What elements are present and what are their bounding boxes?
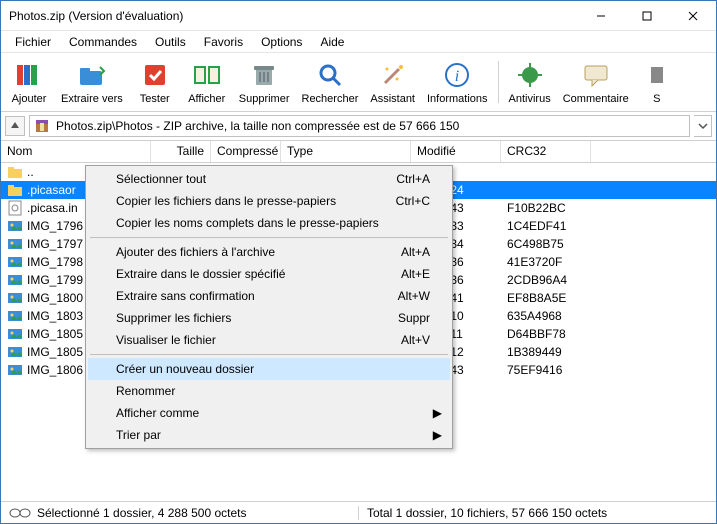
ctx-copy-files[interactable]: Copier les fichiers dans le presse-papie… [88,190,450,212]
ctx-separator [90,237,448,238]
up-button[interactable] [5,116,25,136]
window-title: Photos.zip (Version d'évaluation) [9,9,578,23]
ctx-sort-by[interactable]: Trier par▶ [88,424,450,446]
toolbar-comment-label: Commentaire [563,93,629,105]
address-field[interactable]: Photos.zip\Photos - ZIP archive, la tail… [29,115,690,137]
toolbar-delete-button[interactable]: Supprimer [233,57,296,107]
toolbar-add-label: Ajouter [12,93,47,105]
toolbar-info-button[interactable]: i Informations [421,57,494,107]
menu-file[interactable]: Fichier [7,33,59,51]
info-icon: i [441,59,473,91]
sfx-icon [641,59,673,91]
ctx-extract-noconfirm[interactable]: Extraire sans confirmationAlt+W [88,285,450,307]
menu-options[interactable]: Options [253,33,310,51]
toolbar-extract-label: Extraire vers [61,93,123,105]
toolbar-view-button[interactable]: Afficher [181,57,233,107]
toolbar-antivirus-button[interactable]: Antivirus [503,57,557,107]
ctx-rename[interactable]: Renommer [88,380,450,402]
svg-text:i: i [455,68,459,85]
ctx-copy-names[interactable]: Copier les noms complets dans le presse-… [88,212,450,234]
search-icon [314,59,346,91]
address-text: Photos.zip\Photos - ZIP archive, la tail… [56,119,459,133]
menubar: Fichier Commandes Outils Favoris Options… [1,31,716,53]
toolbar-antivirus-label: Antivirus [509,93,551,105]
book-open-icon [191,59,223,91]
virus-icon [514,59,546,91]
col-compressed[interactable]: Compressé [211,141,281,162]
toolbar-comment-button[interactable]: Commentaire [557,57,635,107]
address-dropdown[interactable] [694,115,712,137]
toolbar-assistant-label: Assistant [370,93,415,105]
toolbar-sfx-button[interactable]: S [635,57,679,107]
col-type[interactable]: Type [281,141,411,162]
context-menu: Sélectionner toutCtrl+A Copier les fichi… [85,165,453,449]
toolbar-delete-label: Supprimer [239,93,290,105]
column-headers: Nom Taille Compressé Type Modifié CRC32 [1,141,716,163]
toolbar-view-label: Afficher [188,93,225,105]
status-selected: Sélectionné 1 dossier, 4 288 500 octets [37,506,246,520]
wand-icon [377,59,409,91]
chevron-right-icon: ▶ [433,406,442,420]
menu-tools[interactable]: Outils [147,33,194,51]
toolbar-separator [498,61,499,103]
trash-icon [248,59,280,91]
toolbar-sfx-label: S [653,93,660,105]
folder-out-icon [76,59,108,91]
col-modified[interactable]: Modifié [411,141,501,162]
close-button[interactable] [670,1,716,31]
toolbar-add-button[interactable]: Ajouter [3,57,55,107]
ctx-select-all[interactable]: Sélectionner toutCtrl+A [88,168,450,190]
toolbar-info-label: Informations [427,93,488,105]
col-size[interactable]: Taille [151,141,211,162]
toolbar-search-button[interactable]: Rechercher [296,57,365,107]
ctx-extract-specified[interactable]: Extraire dans le dossier spécifiéAlt+E [88,263,450,285]
toolbar-test-button[interactable]: Tester [129,57,181,107]
comment-icon [580,59,612,91]
file-list-area: Nom Taille Compressé Type Modifié CRC32 … [1,141,716,501]
ctx-delete-files[interactable]: Supprimer les fichiersSuppr [88,307,450,329]
status-disk-icon [9,507,31,519]
address-bar: Photos.zip\Photos - ZIP archive, la tail… [1,112,716,141]
titlebar: Photos.zip (Version d'évaluation) [1,1,716,31]
maximize-button[interactable] [624,1,670,31]
ctx-view-file[interactable]: Visualiser le fichierAlt+V [88,329,450,351]
ctx-display-as[interactable]: Afficher comme▶ [88,402,450,424]
archive-icon [34,118,50,134]
books-icon [13,59,45,91]
col-name[interactable]: Nom [1,141,151,162]
ctx-separator [90,354,448,355]
toolbar-search-label: Rechercher [302,93,359,105]
toolbar-assistant-button[interactable]: Assistant [364,57,421,107]
toolbar-test-label: Tester [140,93,170,105]
menu-help[interactable]: Aide [312,33,352,51]
menu-favorites[interactable]: Favoris [196,33,251,51]
col-crc[interactable]: CRC32 [501,141,591,162]
chevron-right-icon: ▶ [433,428,442,442]
minimize-button[interactable] [578,1,624,31]
toolbar: Ajouter Extraire vers Tester Afficher Su… [1,53,716,112]
status-total: Total 1 dossier, 10 fichiers, 57 666 150… [359,506,716,520]
toolbar-extract-button[interactable]: Extraire vers [55,57,129,107]
ctx-add-files[interactable]: Ajouter des fichiers à l'archiveAlt+A [88,241,450,263]
menu-commands[interactable]: Commandes [61,33,145,51]
test-icon [139,59,171,91]
ctx-new-folder[interactable]: Créer un nouveau dossier [88,358,450,380]
status-bar: Sélectionné 1 dossier, 4 288 500 octets … [1,501,716,523]
